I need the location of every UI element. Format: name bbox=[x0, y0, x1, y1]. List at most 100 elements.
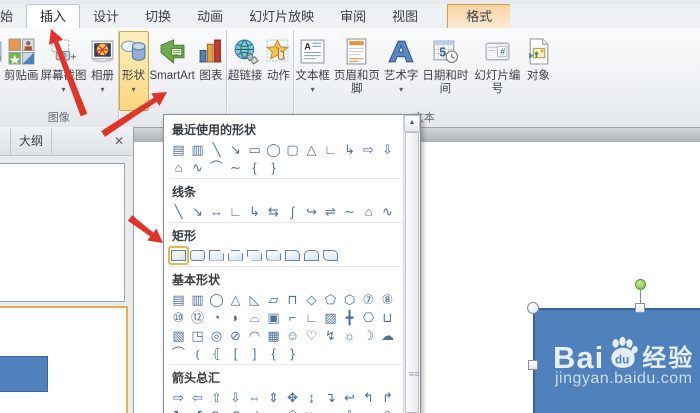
right-bracket[interactable]: ] bbox=[245, 345, 264, 362]
oval[interactable]: ◯ bbox=[207, 291, 226, 308]
teardrop[interactable]: ⌓ bbox=[245, 309, 264, 326]
tab-审阅[interactable]: 审阅 bbox=[327, 5, 379, 28]
striped-right-arrow[interactable]: ⇉ bbox=[245, 407, 264, 413]
curve[interactable]: ∼ bbox=[340, 203, 359, 220]
decagon[interactable]: ⑩ bbox=[169, 309, 188, 326]
bevel[interactable]: ◳ bbox=[188, 327, 207, 344]
round-single-corner-rectangle[interactable] bbox=[283, 247, 302, 264]
text-box[interactable]: ▤ bbox=[169, 291, 188, 308]
octagon[interactable]: ⑧ bbox=[378, 291, 397, 308]
up-arrow-callout[interactable]: ⇧ bbox=[378, 407, 397, 413]
block-arc[interactable]: ◠ bbox=[245, 327, 264, 344]
folded-corner[interactable]: ▦ bbox=[264, 327, 283, 344]
curved-down-arrow[interactable]: ↶ bbox=[226, 407, 245, 413]
elbow-connector[interactable]: ∟ bbox=[321, 141, 340, 158]
arrow[interactable]: ↘ bbox=[226, 141, 245, 158]
pentagon-arrow[interactable]: ⬠ bbox=[283, 407, 302, 413]
elbow-double-arrow-connector[interactable]: ⇆ bbox=[264, 203, 283, 220]
超链接-button[interactable]: 超链接 bbox=[227, 31, 264, 111]
tab-视图[interactable]: 视图 bbox=[379, 5, 431, 28]
right-arrow[interactable]: ⇨ bbox=[169, 389, 188, 406]
down-block-arrow[interactable]: ⇩ bbox=[378, 141, 397, 158]
right-triangle[interactable]: ◺ bbox=[245, 291, 264, 308]
屏幕截图-button[interactable]: 屏幕截图 ▾ bbox=[40, 31, 88, 111]
cloud[interactable]: ☁ bbox=[378, 327, 397, 344]
slide-thumbnail-1[interactable] bbox=[0, 163, 125, 302]
diamond[interactable]: ◇ bbox=[302, 291, 321, 308]
double-bracket[interactable]: ⦅ bbox=[188, 345, 207, 362]
up-down-arrow[interactable]: ⇕ bbox=[264, 389, 283, 406]
l-shape[interactable]: ∟ bbox=[302, 309, 321, 326]
isosceles-triangle[interactable]: △ bbox=[226, 291, 245, 308]
剪贴画-button[interactable]: 剪贴画 bbox=[3, 31, 40, 111]
dropdown-arrow-icon[interactable]: ▾ bbox=[61, 85, 65, 94]
no-symbol[interactable]: ⊘ bbox=[226, 327, 245, 344]
snip-single-corner-rectangle[interactable] bbox=[207, 247, 226, 264]
isosceles-triangle[interactable]: △ bbox=[302, 141, 321, 158]
rectangle[interactable]: ▭ bbox=[245, 141, 264, 158]
quad-arrow[interactable]: ✥ bbox=[283, 389, 302, 406]
elbow-arrow-connector[interactable]: ↳ bbox=[245, 203, 264, 220]
vertical-text-box[interactable]: ▥ bbox=[188, 141, 207, 158]
tab-格式[interactable]: 格式 bbox=[447, 4, 511, 28]
left-arrow-callout[interactable]: ⇦ bbox=[359, 407, 378, 413]
curved-left-arrow[interactable]: ↺ bbox=[188, 407, 207, 413]
regular-pentagon[interactable]: ⬠ bbox=[321, 291, 340, 308]
donut[interactable]: ◎ bbox=[207, 327, 226, 344]
trapezoid[interactable]: ⊓ bbox=[283, 291, 302, 308]
chord[interactable]: ◗ bbox=[226, 309, 245, 326]
left-right-arrow[interactable]: ⇔ bbox=[245, 389, 264, 406]
left-bracket[interactable]: [ bbox=[226, 345, 245, 362]
down-arrow-callout[interactable]: ⇩ bbox=[340, 407, 359, 413]
日期和时间-button[interactable]: 5 日期和时间 bbox=[419, 31, 471, 111]
文本框-button[interactable]: A 文本框 ▾ bbox=[294, 31, 331, 111]
形状-button[interactable]: 形状 ▾ bbox=[118, 31, 149, 111]
corner-resize-handle[interactable] bbox=[527, 302, 539, 314]
heptagon[interactable]: ⑦ bbox=[359, 291, 378, 308]
frame[interactable]: ▣ bbox=[264, 309, 283, 326]
对象-button[interactable]: 对象 bbox=[523, 31, 553, 111]
u-turn-arrow[interactable]: ↩ bbox=[340, 389, 359, 406]
line-double-arrow[interactable]: ↔ bbox=[207, 203, 226, 220]
chevron[interactable]: ≫ bbox=[302, 407, 321, 413]
arc[interactable]: ⌒ bbox=[207, 159, 226, 176]
notched-right-arrow[interactable]: ⇒ bbox=[264, 407, 283, 413]
freeform[interactable]: ⌂ bbox=[169, 159, 188, 176]
right-arrow-callout[interactable]: ⇨ bbox=[321, 407, 340, 413]
tab-插入[interactable]: 插入 bbox=[26, 4, 81, 28]
bent-up-arrow[interactable]: ↱ bbox=[378, 389, 397, 406]
dropdown-arrow-icon[interactable]: ▾ bbox=[100, 85, 104, 94]
snip-diagonal-corner-rectangle[interactable] bbox=[245, 247, 264, 264]
round-diagonal-corner-rectangle[interactable] bbox=[321, 247, 340, 264]
curved-connector[interactable]: ∫ bbox=[283, 203, 302, 220]
line-arrow[interactable]: ↘ bbox=[188, 203, 207, 220]
幻灯片编号-button[interactable]: # 幻灯片编号 bbox=[471, 31, 523, 111]
vertical-text-box[interactable]: ▥ bbox=[188, 291, 207, 308]
rounded-rectangle[interactable] bbox=[188, 247, 207, 264]
elbow-connector[interactable]: ∟ bbox=[226, 203, 245, 220]
tab-动画[interactable]: 动画 bbox=[184, 5, 236, 28]
curved-arrow-connector[interactable]: ↪ bbox=[302, 203, 321, 220]
right-block-arrow[interactable]: ⇨ bbox=[359, 141, 378, 158]
round-same-side-corner-rectangle[interactable] bbox=[302, 247, 321, 264]
scroll-up-button[interactable]: ▲ bbox=[404, 115, 420, 132]
left-resize-handle[interactable] bbox=[528, 360, 538, 370]
left-brace[interactable]: { bbox=[264, 345, 283, 362]
cube[interactable]: ▧ bbox=[169, 327, 188, 344]
tab-切换[interactable]: 切换 bbox=[132, 5, 184, 28]
outline-tab[interactable]: 大纲 bbox=[11, 127, 53, 155]
left-arrow[interactable]: ⇦ bbox=[188, 389, 207, 406]
heart[interactable]: ♡ bbox=[302, 327, 321, 344]
sun[interactable]: ☼ bbox=[340, 327, 359, 344]
tab-幻灯片放映[interactable]: 幻灯片放映 bbox=[236, 5, 327, 28]
dodecagon[interactable]: ⑫ bbox=[188, 309, 207, 326]
diagonal-stripe[interactable]: ▨ bbox=[321, 309, 340, 326]
down-arrow[interactable]: ⇩ bbox=[226, 389, 245, 406]
snip-same-side-corner-rectangle[interactable] bbox=[226, 247, 245, 264]
left-up-arrow[interactable]: ↰ bbox=[359, 389, 378, 406]
left-brace[interactable]: { bbox=[245, 159, 264, 176]
dropdown-scrollbar[interactable]: ▲ ≡≡ bbox=[403, 115, 420, 413]
half-frame[interactable]: ⌐ bbox=[283, 309, 302, 326]
相册-button[interactable]: 相册 ▾ bbox=[88, 31, 118, 111]
plaque[interactable]: ⎔ bbox=[359, 309, 378, 326]
